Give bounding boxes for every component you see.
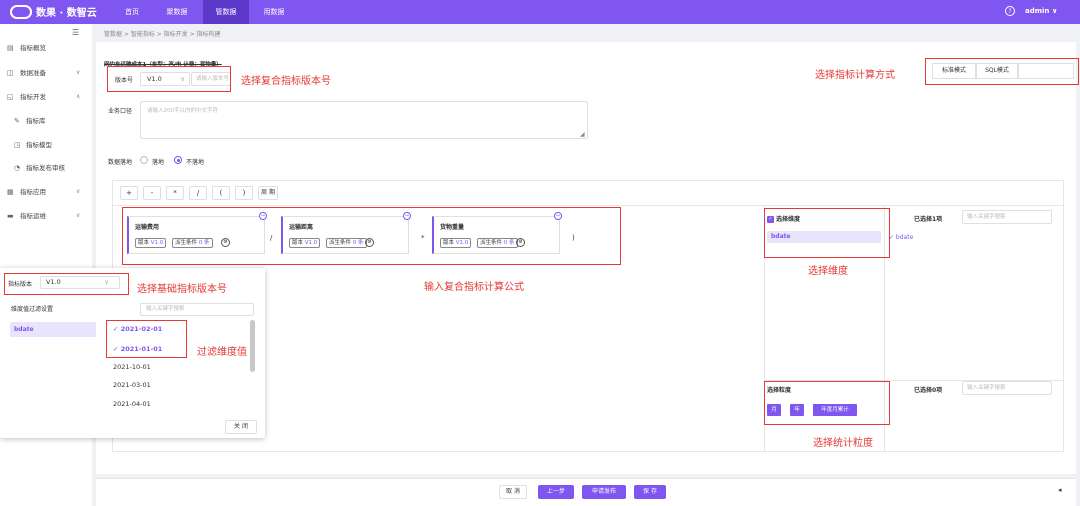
sidebar-item-label: 指标库 [26,117,46,125]
op-lparen-button[interactable]: ( [212,186,230,200]
sidebar-item-icon: ▤ [7,44,14,52]
dim-value-item[interactable]: 2021-04-01 [113,400,151,408]
sidebar-item[interactable]: ◱ 指标开发 ∧ [0,85,92,109]
annotation-box-granularity [764,381,890,425]
nav-gather-data[interactable]: 聚数据 [158,0,196,24]
resize-handle-icon[interactable]: ◢ [580,131,585,138]
dimension-search-input[interactable]: 输入关键字搜索 [962,210,1052,224]
chevron-icon: ∨ [76,69,81,76]
sidebar-item[interactable]: ▤ 指标概览 [0,36,92,60]
save-button[interactable]: 保 存 [634,485,666,499]
granularity-search-input[interactable]: 输入关键字搜索 [962,381,1052,395]
dim-value-item[interactable]: 2021-10-01 [113,363,151,371]
nav-use-data[interactable]: 用数据 [255,0,293,24]
sidebar-item-icon: ◔ [14,164,21,172]
radio-no-landing-label: 不落地 [186,159,205,166]
nav-manage-data[interactable]: 管数据 [203,0,249,24]
nav-home[interactable]: 首页 [118,0,146,24]
radio-landing[interactable] [140,156,148,164]
sidebar-item-label: 指标模型 [26,141,52,149]
annotation-formula: 输入复合指标计算公式 [424,282,524,293]
sidebar-item-icon: ▬ [7,212,14,220]
user-menu[interactable]: admin ∨ [1025,7,1058,15]
popup-filter-label: 维度值过滤设置 [11,306,54,313]
popup-close-button[interactable]: 关 闭 [225,420,257,434]
annotation-box-formula [122,207,621,265]
caliber-label: 业务口径 [108,108,133,115]
sidebar-item-label: 指标应用 [20,188,46,196]
period-button[interactable]: 周 期 [258,186,278,200]
annotation-box-base-version [4,273,129,295]
op-minus-button[interactable]: - [143,186,161,200]
selected-dimension-bdate[interactable]: ✓ bdate [889,234,913,241]
annotation-version: 选择复合指标版本号 [241,76,331,87]
cloud-logo-icon [10,4,32,19]
sidebar-item[interactable]: ▦ 指标应用 ∨ [0,180,92,204]
annotation-base-version: 选择基础指标版本号 [137,284,227,295]
cancel-button[interactable]: 取 消 [499,485,527,499]
sidebar-item-label: 指标概览 [20,44,46,52]
sidebar-item-label: 指标开发 [20,93,46,101]
annotation-box-filter [106,320,187,358]
help-icon[interactable]: ? [1005,6,1015,16]
sidebar-item-label: 数据准备 [20,69,46,77]
landing-label: 数据落地 [108,159,133,166]
sidebar-item-icon: ◫ [7,69,14,77]
sidebar-item-icon: ▦ [7,188,14,196]
annotation-filter: 过滤维度值 [197,347,247,358]
popup-dimension-bdate[interactable]: bdate [10,322,96,337]
submit-publish-button[interactable]: 申请发布 [582,485,626,499]
brand-logo[interactable]: 数果 · 数智云 [10,4,97,19]
collapse-arrow-icon[interactable]: ◂ [1058,486,1062,494]
annotation-box-mode [925,58,1079,85]
annotation-dimension: 选择维度 [808,266,848,277]
annotation-box-dimension [764,208,890,258]
chevron-icon: ∨ [76,188,81,195]
op-plus-button[interactable]: + [120,186,138,200]
sidebar-item-icon: ✎ [14,117,20,125]
chevron-icon: ∧ [76,93,81,100]
prev-step-button[interactable]: 上一步 [538,485,574,499]
brand-name: 数果 · 数智云 [36,8,97,19]
op-multiply-button[interactable]: * [166,186,184,200]
popup-search-input[interactable]: 输入关键字搜索 [140,303,254,316]
op-rparen-button[interactable]: ) [235,186,253,200]
sidebar-item-icon: ◳ [14,141,21,149]
chevron-icon: ∨ [76,212,81,219]
granularity-selected-count: 已选择0项 [914,387,943,394]
sidebar-item[interactable]: ◔ 指标发布审核 [0,156,92,180]
toolbar-divider [112,205,1064,206]
annotation-box-version [107,66,231,92]
annotation-mode: 选择指标计算方式 [815,70,895,81]
annotation-granularity: 选择统计粒度 [813,438,873,449]
sidebar-item-label: 指标发布审核 [26,164,65,172]
sidebar-item[interactable]: ✎ 指标库 [0,109,92,133]
radio-landing-label: 落地 [152,159,165,166]
sidebar-item-label: 指标运维 [20,212,46,220]
sidebar-item[interactable]: ◫ 数据准备 ∨ [0,61,92,85]
popup-scrollbar[interactable] [250,320,255,372]
op-divide-button[interactable]: / [189,186,207,200]
dim-value-item[interactable]: 2021-03-01 [113,381,151,389]
breadcrumb: 管数据 > 智能指标 > 指标开发 > 指标构建 [104,31,221,38]
sidebar-item[interactable]: ▬ 指标运维 ∨ [0,204,92,228]
radio-no-landing[interactable] [174,156,182,164]
sidebar-item-icon: ◱ [7,93,14,101]
dimension-selected-count: 已选择1项 [914,216,943,223]
sidebar-item[interactable]: ◳ 指标模型 [0,133,92,157]
caliber-textarea[interactable]: 请输入200字以内的中文字符 [140,101,588,139]
